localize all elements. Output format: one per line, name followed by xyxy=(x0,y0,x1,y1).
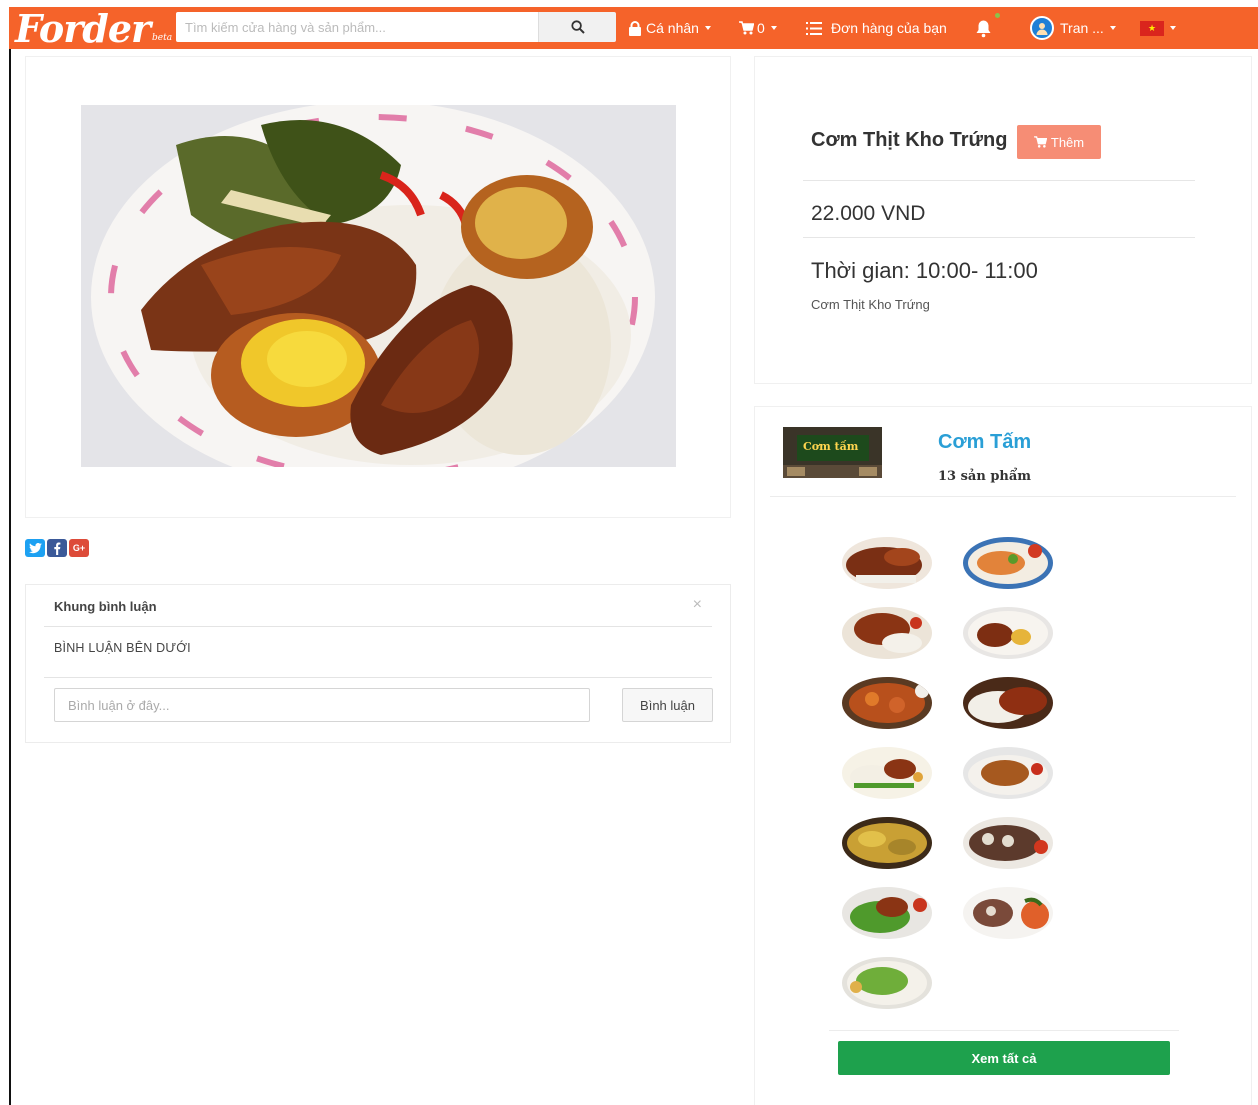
chevron-down-icon xyxy=(1109,26,1116,30)
close-icon[interactable]: × xyxy=(693,597,702,613)
divider xyxy=(803,180,1195,181)
chevron-down-icon xyxy=(770,26,777,30)
cart-count: 0 xyxy=(757,20,765,36)
comment-submit-button[interactable]: Bình luận xyxy=(622,688,713,722)
chevron-down-icon xyxy=(1170,26,1176,30)
add-to-cart-button[interactable]: Thêm xyxy=(1017,125,1101,159)
chevron-down-icon xyxy=(704,26,711,30)
product-thumbnail[interactable] xyxy=(842,677,932,729)
cart-icon xyxy=(739,21,754,35)
store-name-link[interactable]: Cơm Tấm xyxy=(938,431,1031,454)
search-icon xyxy=(570,20,585,34)
notification-dot xyxy=(995,13,1000,18)
product-image-panel xyxy=(25,56,731,518)
logo-text: Forder xyxy=(15,6,151,51)
product-info-panel: Cơm Thịt Kho Trứng Thêm 22.000 VND Thời … xyxy=(754,56,1252,384)
search-button[interactable] xyxy=(538,12,616,42)
avatar xyxy=(1030,16,1054,40)
vietnam-flag-icon: ★ xyxy=(1140,20,1164,36)
product-price: 22.000 VND xyxy=(811,202,926,225)
product-thumbnail[interactable] xyxy=(963,887,1053,939)
top-navbar: Forder beta Cá nhân 0 Đơn hàng của bạn T… xyxy=(9,7,1258,49)
product-thumbnail[interactable] xyxy=(963,537,1053,589)
comment-input[interactable] xyxy=(54,688,590,722)
personal-menu[interactable]: Cá nhân xyxy=(628,7,711,49)
serving-time: Thời gian: 10:00- 11:00 xyxy=(811,258,1038,283)
add-to-cart-label: Thêm xyxy=(1050,134,1085,150)
window-edge xyxy=(9,48,11,1105)
divider xyxy=(770,496,1236,497)
search-input[interactable] xyxy=(176,12,538,42)
logo-beta: beta xyxy=(152,33,173,43)
personal-label: Cá nhân xyxy=(646,20,699,36)
user-avatar-icon xyxy=(1036,23,1048,35)
google-plus-share-button[interactable]: G+ xyxy=(69,539,89,557)
search-bar xyxy=(176,12,616,42)
orders-label: Đơn hàng của bạn xyxy=(831,20,947,36)
cart-icon xyxy=(1033,136,1047,148)
product-name: Cơm Thịt Kho Trứng xyxy=(811,129,1008,151)
user-menu[interactable]: Tran ... xyxy=(1030,7,1116,49)
notifications-button[interactable] xyxy=(974,7,1000,49)
product-thumbnail[interactable] xyxy=(842,607,932,659)
forder-logo[interactable]: Forder beta xyxy=(15,7,172,49)
product-thumbnail[interactable] xyxy=(842,817,932,869)
product-thumbnail[interactable] xyxy=(963,817,1053,869)
product-thumbnail[interactable] xyxy=(842,887,932,939)
product-thumbnail[interactable] xyxy=(963,747,1053,799)
comments-section-label: BÌNH LUẬN BÊN DƯỚI xyxy=(54,641,191,655)
store-panel: Cơm tấm Cơm Tấm 13 sản phẩm Xem tất cả xyxy=(754,406,1252,1105)
rice-plate-illustration xyxy=(81,105,676,467)
comment-panel: Khung bình luận × BÌNH LUẬN BÊN DƯỚI Bìn… xyxy=(25,584,731,743)
product-thumbnail[interactable] xyxy=(842,957,932,1009)
cart-menu[interactable]: 0 xyxy=(739,7,777,49)
facebook-share-button[interactable] xyxy=(47,539,67,557)
google-plus-icon: G+ xyxy=(72,543,86,553)
twitter-share-button[interactable] xyxy=(25,539,45,557)
share-buttons: G+ xyxy=(25,539,89,557)
divider xyxy=(829,1030,1179,1031)
product-photo xyxy=(81,105,676,467)
language-menu[interactable]: ★ xyxy=(1140,7,1176,49)
divider xyxy=(803,237,1195,238)
user-name: Tran ... xyxy=(1060,20,1104,36)
orders-link[interactable]: Đơn hàng của bạn xyxy=(806,7,947,49)
product-thumbnail[interactable] xyxy=(963,607,1053,659)
store-logo-text: Cơm tấm xyxy=(803,440,859,453)
facebook-icon xyxy=(54,542,61,555)
product-description: Cơm Thịt Kho Trứng xyxy=(811,297,930,312)
view-all-button[interactable]: Xem tất cả xyxy=(838,1041,1170,1075)
list-icon xyxy=(806,21,822,35)
bell-icon xyxy=(976,20,991,37)
product-thumbnail[interactable] xyxy=(842,537,932,589)
product-thumbnail[interactable] xyxy=(963,677,1053,729)
product-thumbnail[interactable] xyxy=(842,747,932,799)
store-product-count: 13 sản phẩm xyxy=(938,469,1032,484)
twitter-icon xyxy=(28,542,42,553)
store-logo[interactable]: Cơm tấm xyxy=(783,427,882,478)
comment-panel-title: Khung bình luận xyxy=(54,599,157,614)
divider xyxy=(44,626,712,627)
lock-icon xyxy=(629,20,641,36)
divider xyxy=(44,677,712,678)
